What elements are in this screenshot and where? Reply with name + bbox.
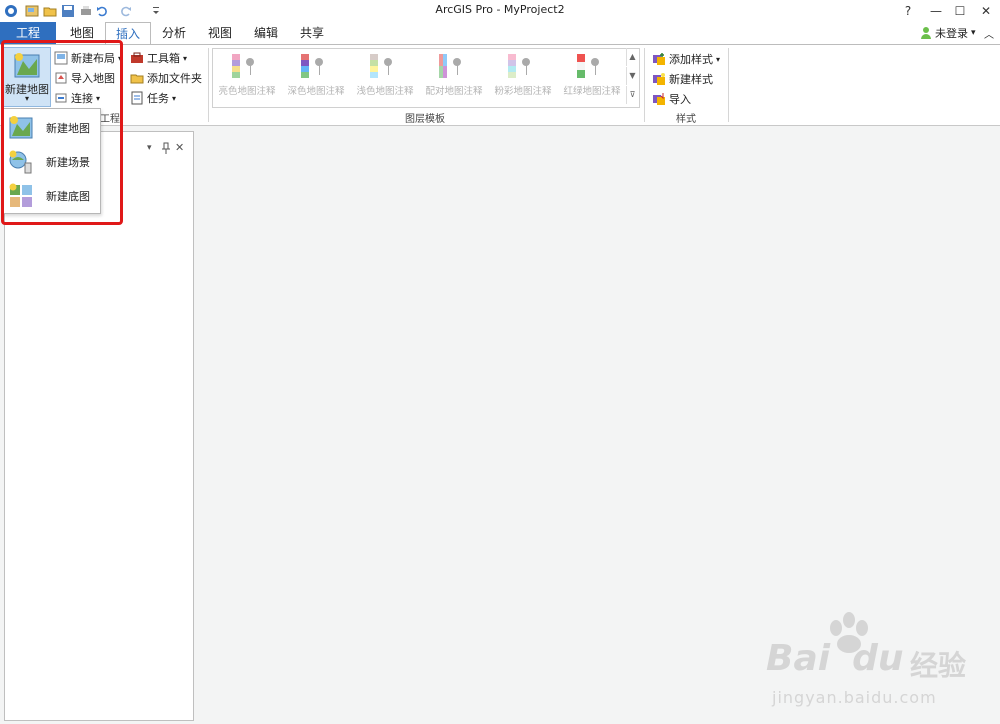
template-label: 深色地图注释 <box>287 86 345 97</box>
template-dark-annotation[interactable]: 深色地图注释 <box>283 50 349 97</box>
tasks-button[interactable]: 任务 ▾ <box>130 89 176 107</box>
maximize-button[interactable]: ☐ <box>949 2 971 20</box>
help-button[interactable]: ? <box>897 2 919 20</box>
watermark-cn: 经验 <box>910 649 967 682</box>
chevron-down-icon: ▾ <box>183 53 188 63</box>
close-pane-icon[interactable]: ✕ <box>175 141 184 154</box>
template-pastel-annotation[interactable]: 粉彩地图注释 <box>490 50 556 97</box>
template-label: 红绿地图注释 <box>563 86 621 97</box>
minimize-button[interactable]: — <box>925 2 947 20</box>
template-label: 粉彩地图注释 <box>494 86 552 97</box>
import-style-icon <box>653 93 665 105</box>
account-menu[interactable]: 未登录 ▾ <box>920 25 976 41</box>
chevron-down-icon: ▾ <box>716 54 721 64</box>
highlight-box <box>1 40 123 225</box>
gallery-scroll-down-icon[interactable]: ▼ <box>626 67 638 85</box>
watermark-brand: Bai <box>766 638 831 679</box>
template-label: 配对地图注释 <box>425 86 483 97</box>
tab-edit[interactable]: 编辑 <box>246 22 286 44</box>
new-style-icon <box>653 73 665 85</box>
template-pale-annotation[interactable]: 浅色地图注释 <box>352 50 418 97</box>
user-icon <box>921 27 931 39</box>
template-label: 浅色地图注释 <box>356 86 414 97</box>
add-folder-label: 添加文件夹 <box>147 72 202 85</box>
new-style-button[interactable]: 新建样式 <box>652 70 713 88</box>
tab-share[interactable]: 共享 <box>292 22 332 44</box>
ribbon-tabs: 工程 地图 插入 分析 视图 编辑 共享 未登录 ▾ ︿ <box>0 22 1000 45</box>
template-light-annotation[interactable]: 亮色地图注释 <box>214 50 280 97</box>
chevron-down-icon: ▾ <box>172 93 177 103</box>
template-red-green-annotation[interactable]: 红绿地图注释 <box>559 50 625 97</box>
add-style-button[interactable]: 添加样式 ▾ <box>652 50 720 68</box>
import-style-label: 导入 <box>669 93 691 106</box>
import-style-button[interactable]: 导入 <box>652 90 691 108</box>
styles-group-label: 样式 <box>676 114 696 125</box>
group-divider <box>208 48 209 122</box>
add-folder-button[interactable]: 添加文件夹 <box>130 69 202 87</box>
add-style-label: 添加样式 <box>669 53 713 66</box>
tasks-icon <box>131 91 143 105</box>
toolbox-button[interactable]: 工具箱 ▾ <box>130 49 187 67</box>
gallery-scroll-up-icon[interactable]: ▲ <box>626 48 638 66</box>
toolbox-icon <box>131 52 143 63</box>
collapse-ribbon-button[interactable]: ︿ <box>984 26 994 41</box>
template-label: 亮色地图注释 <box>218 86 276 97</box>
layer-templates-group-label: 图层模板 <box>405 114 445 125</box>
template-paired-annotation[interactable]: 配对地图注释 <box>421 50 487 97</box>
tab-view[interactable]: 视图 <box>200 22 240 44</box>
window-title: ArcGIS Pro - MyProject2 <box>435 3 565 16</box>
new-style-label: 新建样式 <box>669 73 713 86</box>
watermark-url: jingyan.baidu.com <box>772 688 937 707</box>
close-button[interactable]: ✕ <box>975 2 997 20</box>
group-divider <box>644 48 645 122</box>
chevron-down-icon: ▾ <box>971 28 976 38</box>
pane-menu-icon[interactable]: ▾ <box>147 143 152 153</box>
folder-add-icon <box>130 74 144 84</box>
watermark-brand-2: du <box>852 638 904 679</box>
baidu-watermark: Bai du 经验 jingyan.baidu.com <box>766 612 996 712</box>
add-style-icon <box>653 53 665 65</box>
pin-pane-icon[interactable] <box>161 142 171 154</box>
tasks-label: 任务 <box>147 92 169 105</box>
gallery-expand-icon[interactable]: ⊽ <box>626 86 638 104</box>
group-divider <box>728 48 729 122</box>
toolbox-label: 工具箱 <box>147 52 180 65</box>
tab-analysis[interactable]: 分析 <box>154 22 194 44</box>
account-label: 未登录 <box>935 27 968 40</box>
title-bar: ArcGIS Pro - MyProject2 ? — ☐ ✕ <box>0 0 1000 22</box>
